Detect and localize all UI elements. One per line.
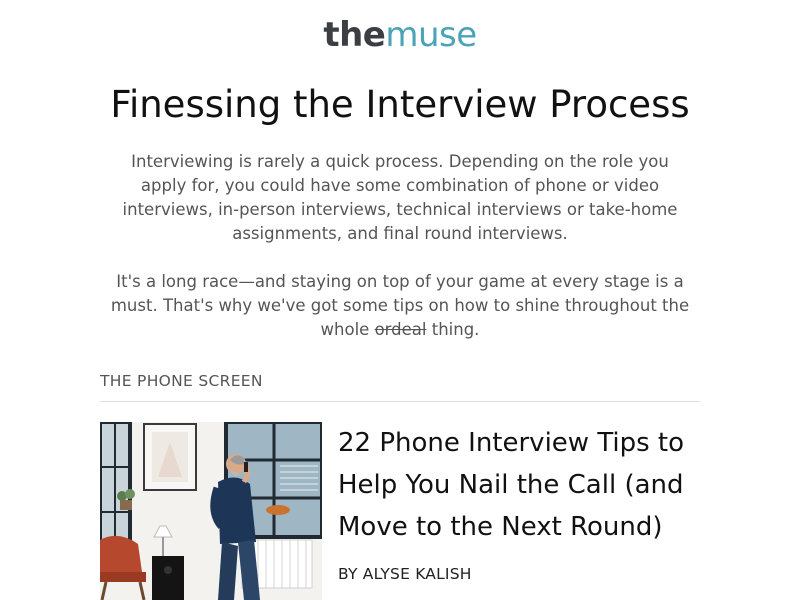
page-title: Finessing the Interview Process (110, 83, 690, 126)
section-divider (100, 401, 700, 402)
themuse-logo[interactable]: themuse (0, 14, 800, 56)
intro-paragraph-2: It's a long race—and staying on top of y… (110, 270, 690, 342)
logo-the: the (323, 15, 386, 55)
intro-p2-struck-word: ordeal (374, 320, 427, 339)
intro-p2-end: thing. (426, 320, 480, 339)
man-on-phone-photo (100, 422, 322, 600)
article-byline: BY ALYSE KALISH (338, 565, 472, 583)
logo-muse: muse (385, 15, 477, 55)
article-card[interactable]: 22 Phone Interview Tips to Help You Nail… (100, 422, 700, 600)
article-title-link[interactable]: 22 Phone Interview Tips to Help You Nail… (338, 422, 700, 548)
article-thumbnail[interactable] (100, 422, 322, 600)
intro-paragraph-1: Interviewing is rarely a quick process. … (122, 152, 678, 243)
section-label: THE PHONE SCREEN (100, 372, 263, 390)
